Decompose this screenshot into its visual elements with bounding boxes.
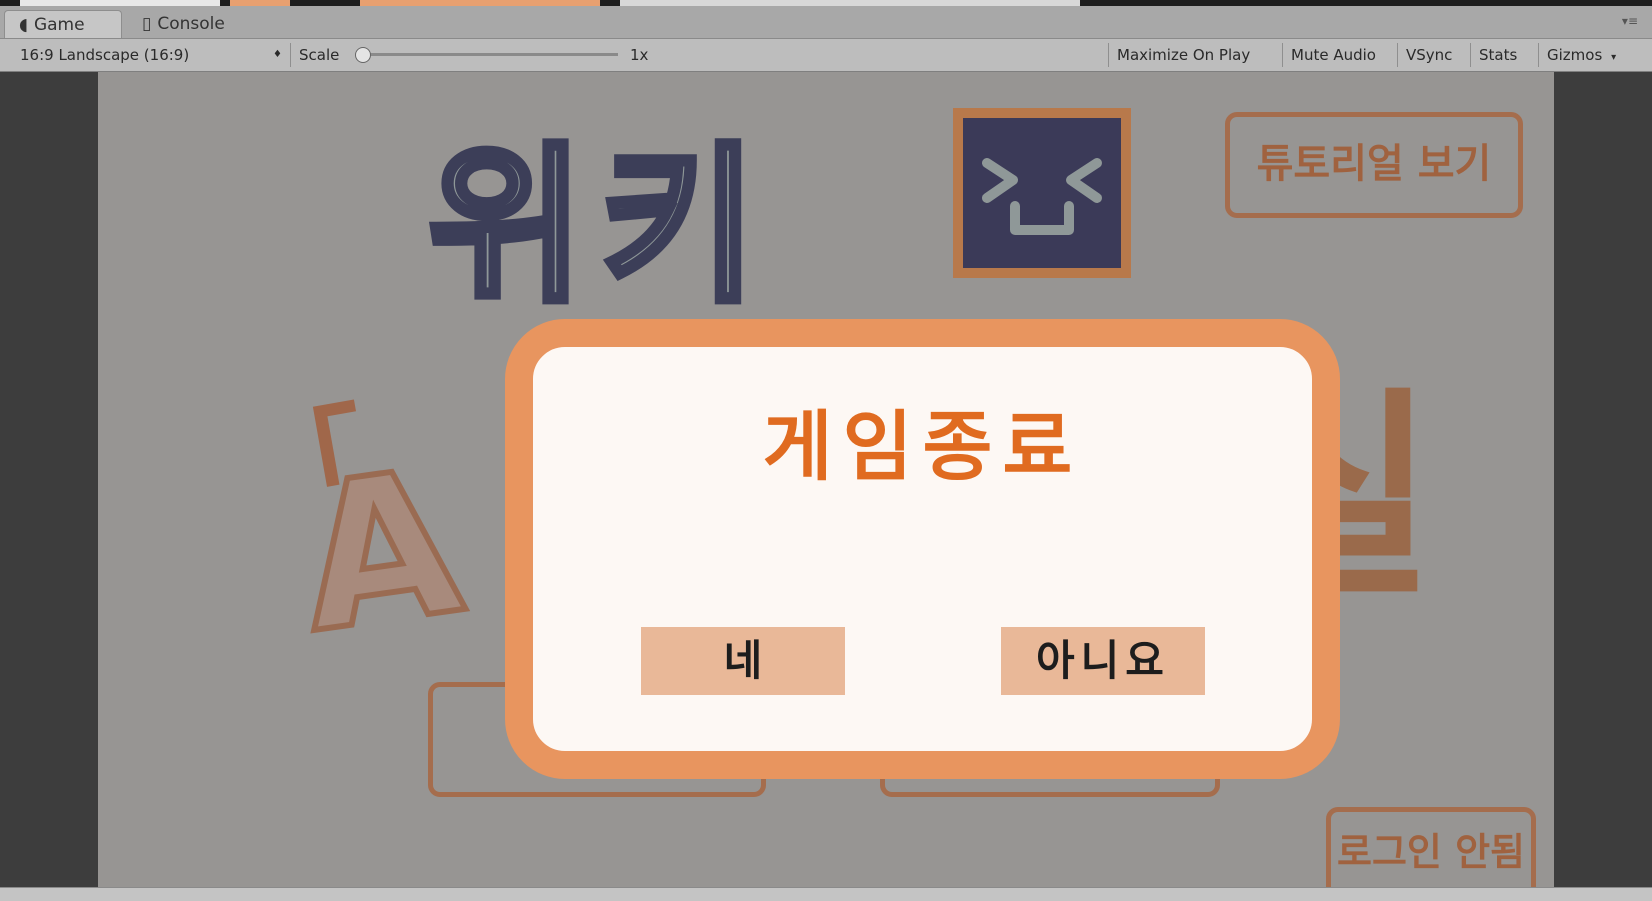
aspect-label: 16:9 Landscape (16:9) [20,46,190,64]
tab-console[interactable]: ▯ Console [128,10,258,38]
vsync-button[interactable]: VSync [1397,43,1460,67]
aspect-dropdown[interactable]: 16:9 Landscape (16:9) ♦ [10,43,288,67]
game-title-top: 위키 [425,128,773,326]
gizmos-label: Gizmos [1547,46,1603,64]
yes-button[interactable]: 네 [641,627,845,695]
tab-game[interactable]: ◖ Game [4,10,122,38]
game-title-letter: A [284,422,476,680]
gizmos-button[interactable]: Gizmos ▾ [1538,43,1638,67]
tutorial-button[interactable]: 튜토리얼 보기 [1225,112,1523,218]
console-icon: ▯ [142,14,152,34]
scale-label: Scale [290,43,347,67]
dialog-title: 게임종료 [762,402,1083,491]
mascot-face-icon [953,108,1131,278]
left-letterbox [0,72,98,887]
stats-button[interactable]: Stats [1470,43,1525,67]
scale-slider-track[interactable] [362,53,618,56]
exit-dialog: 게임종료 네 아니요 [505,319,1340,779]
game-view: 위키 「 A 실 튜토리얼 보기 시 작 로그인 로그인 안됨 게임종료 네 아… [98,72,1554,887]
mute-audio-button[interactable]: Mute Audio [1282,43,1384,67]
scale-value: 1x [630,46,649,64]
maximize-on-play-button[interactable]: Maximize On Play [1108,43,1258,67]
right-letterbox [1554,72,1652,887]
gizmos-dropdown-icon: ▾ [1611,52,1617,63]
dropdown-arrow-icon: ♦ [273,49,282,60]
game-toolbar: 16:9 Landscape (16:9) ♦ Scale 1x Maximiz… [0,39,1652,72]
status-bar [0,887,1652,901]
tab-console-label: Console [157,14,225,34]
tab-game-label: Game [33,15,85,35]
scale-slider-knob[interactable] [355,47,371,63]
editor-tab-bar: ◖ Game ▯ Console ▾≡ [0,6,1652,39]
game-controller-icon: ◖ [19,15,28,35]
login-failed-button[interactable]: 로그인 안됨 [1326,807,1536,887]
no-button[interactable]: 아니요 [1001,627,1205,695]
panel-menu-icon[interactable]: ▾≡ [1622,14,1638,28]
